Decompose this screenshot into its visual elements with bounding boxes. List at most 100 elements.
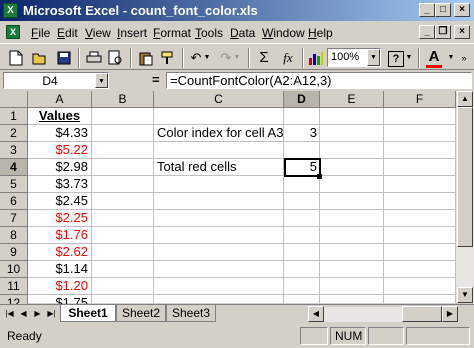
column-header-d[interactable]: D: [284, 91, 320, 108]
format-painter-icon[interactable]: [158, 48, 178, 68]
fill-handle[interactable]: [317, 174, 322, 179]
menu-help[interactable]: Help: [308, 25, 333, 41]
row-header-5[interactable]: 5: [0, 176, 28, 193]
doc-restore-button[interactable]: ❐: [435, 25, 451, 39]
scroll-up-icon[interactable]: ▲: [457, 91, 473, 107]
cell-b11-grid[interactable]: [92, 278, 154, 295]
cell-e8-grid[interactable]: [320, 227, 384, 244]
row-header-7[interactable]: 7: [0, 210, 28, 227]
scroll-down-icon[interactable]: ▼: [457, 287, 473, 303]
undo-dropdown-icon[interactable]: ▼: [202, 48, 212, 68]
cell-f11-grid[interactable]: [384, 278, 456, 295]
cell-f9-grid[interactable]: [384, 244, 456, 261]
edit-formula-button[interactable]: =: [152, 72, 160, 87]
formula-input[interactable]: =CountFontColor(A2:A12,3): [166, 72, 472, 89]
cell-d10-grid[interactable]: [284, 261, 320, 278]
cell-f3-grid[interactable]: [384, 142, 456, 159]
cell-b2-grid[interactable]: [92, 125, 154, 142]
cell-f1-grid[interactable]: [384, 108, 456, 125]
cell-f4-grid[interactable]: [384, 159, 456, 176]
open-icon[interactable]: [30, 48, 50, 68]
cell-a9[interactable]: $2.62: [28, 244, 92, 261]
cell-d7-grid[interactable]: [284, 210, 320, 227]
next-sheet-icon[interactable]: ▶: [31, 307, 44, 321]
cell-c8-grid[interactable]: [154, 227, 284, 244]
menu-tools[interactable]: Tools: [195, 25, 223, 41]
cell-f6-grid[interactable]: [384, 193, 456, 210]
cell-f7-grid[interactable]: [384, 210, 456, 227]
cell-b5-grid[interactable]: [92, 176, 154, 193]
cell-d9-grid[interactable]: [284, 244, 320, 261]
scroll-right-icon[interactable]: ▶: [442, 306, 458, 322]
cell-c10-grid[interactable]: [154, 261, 284, 278]
cell-c4[interactable]: Total red cells: [157, 159, 236, 176]
cell-f8-grid[interactable]: [384, 227, 456, 244]
row-header-11[interactable]: 11: [0, 278, 28, 295]
paste-icon[interactable]: [136, 48, 156, 68]
cell-f2-grid[interactable]: [384, 125, 456, 142]
cell-a11[interactable]: $1.20: [28, 278, 92, 295]
cell-d6-grid[interactable]: [284, 193, 320, 210]
cell-e6-grid[interactable]: [320, 193, 384, 210]
vertical-scroll-thumb[interactable]: [457, 107, 473, 247]
cell-d11-grid[interactable]: [284, 278, 320, 295]
cell-e10-grid[interactable]: [320, 261, 384, 278]
cell-b6-grid[interactable]: [92, 193, 154, 210]
cell-a2[interactable]: $4.33: [28, 125, 92, 142]
horizontal-scrollbar[interactable]: ◀ ▶: [308, 306, 458, 322]
font-color-dropdown-icon[interactable]: ▼: [446, 48, 456, 68]
row-header-9[interactable]: 9: [0, 244, 28, 261]
workbook-icon[interactable]: X: [6, 25, 20, 39]
function-icon[interactable]: fx: [278, 48, 298, 68]
help-icon[interactable]: ?: [386, 48, 406, 68]
cell-d8-grid[interactable]: [284, 227, 320, 244]
cell-c1-grid[interactable]: [154, 108, 284, 125]
cell-b10-grid[interactable]: [92, 261, 154, 278]
cell-b4-grid[interactable]: [92, 159, 154, 176]
cell-f5-grid[interactable]: [384, 176, 456, 193]
horizontal-scroll-thumb[interactable]: [402, 306, 442, 322]
cell-d3-grid[interactable]: [284, 142, 320, 159]
vertical-scrollbar[interactable]: ▲ ▼: [456, 91, 474, 303]
menu-edit[interactable]: Edit: [57, 25, 78, 41]
menu-data[interactable]: Data: [230, 25, 255, 41]
cell-c3-grid[interactable]: [154, 142, 284, 159]
row-header-8[interactable]: 8: [0, 227, 28, 244]
row-header-1[interactable]: 1: [0, 108, 28, 125]
sheet-tab-sheet3[interactable]: Sheet3: [166, 305, 216, 322]
print-icon[interactable]: [84, 48, 104, 68]
font-color-button[interactable]: A: [424, 48, 444, 68]
cell-b1-grid[interactable]: [92, 108, 154, 125]
select-all-corner[interactable]: [0, 91, 28, 108]
cell-e3-grid[interactable]: [320, 142, 384, 159]
cell-a5[interactable]: $3.73: [28, 176, 92, 193]
cell-f10-grid[interactable]: [384, 261, 456, 278]
chart-wizard-icon[interactable]: [306, 48, 326, 68]
cell-c6-grid[interactable]: [154, 193, 284, 210]
cell-a10[interactable]: $1.14: [28, 261, 92, 278]
cell-b8-grid[interactable]: [92, 227, 154, 244]
cell-a3[interactable]: $5.22: [28, 142, 92, 159]
chevron-down-icon[interactable]: ▼: [367, 49, 380, 66]
cell-a1[interactable]: Values: [28, 108, 92, 125]
column-header-e[interactable]: E: [320, 91, 384, 108]
column-header-c[interactable]: C: [154, 91, 284, 108]
name-box[interactable]: D4 ▼: [3, 72, 109, 89]
autosum-icon[interactable]: Σ: [254, 48, 274, 68]
cell-b9-grid[interactable]: [92, 244, 154, 261]
row-header-3[interactable]: 3: [0, 142, 28, 159]
cell-d2[interactable]: 3: [284, 125, 320, 142]
cell-e4-grid[interactable]: [320, 159, 384, 176]
doc-minimize-button[interactable]: _: [419, 25, 435, 39]
toolbar-options-icon[interactable]: »: [458, 48, 470, 68]
cell-d5-grid[interactable]: [284, 176, 320, 193]
column-header-a[interactable]: A: [28, 91, 92, 108]
cell-c5-grid[interactable]: [154, 176, 284, 193]
doc-close-button[interactable]: ×: [454, 25, 470, 39]
cell-d1-grid[interactable]: [284, 108, 320, 125]
redo-dropdown-icon[interactable]: ▼: [232, 48, 242, 68]
cell-c2[interactable]: Color index for cell A3: [157, 125, 283, 142]
sheet-tab-sheet1[interactable]: Sheet1: [60, 305, 116, 322]
cell-b3-grid[interactable]: [92, 142, 154, 159]
column-header-f[interactable]: F: [384, 91, 456, 108]
